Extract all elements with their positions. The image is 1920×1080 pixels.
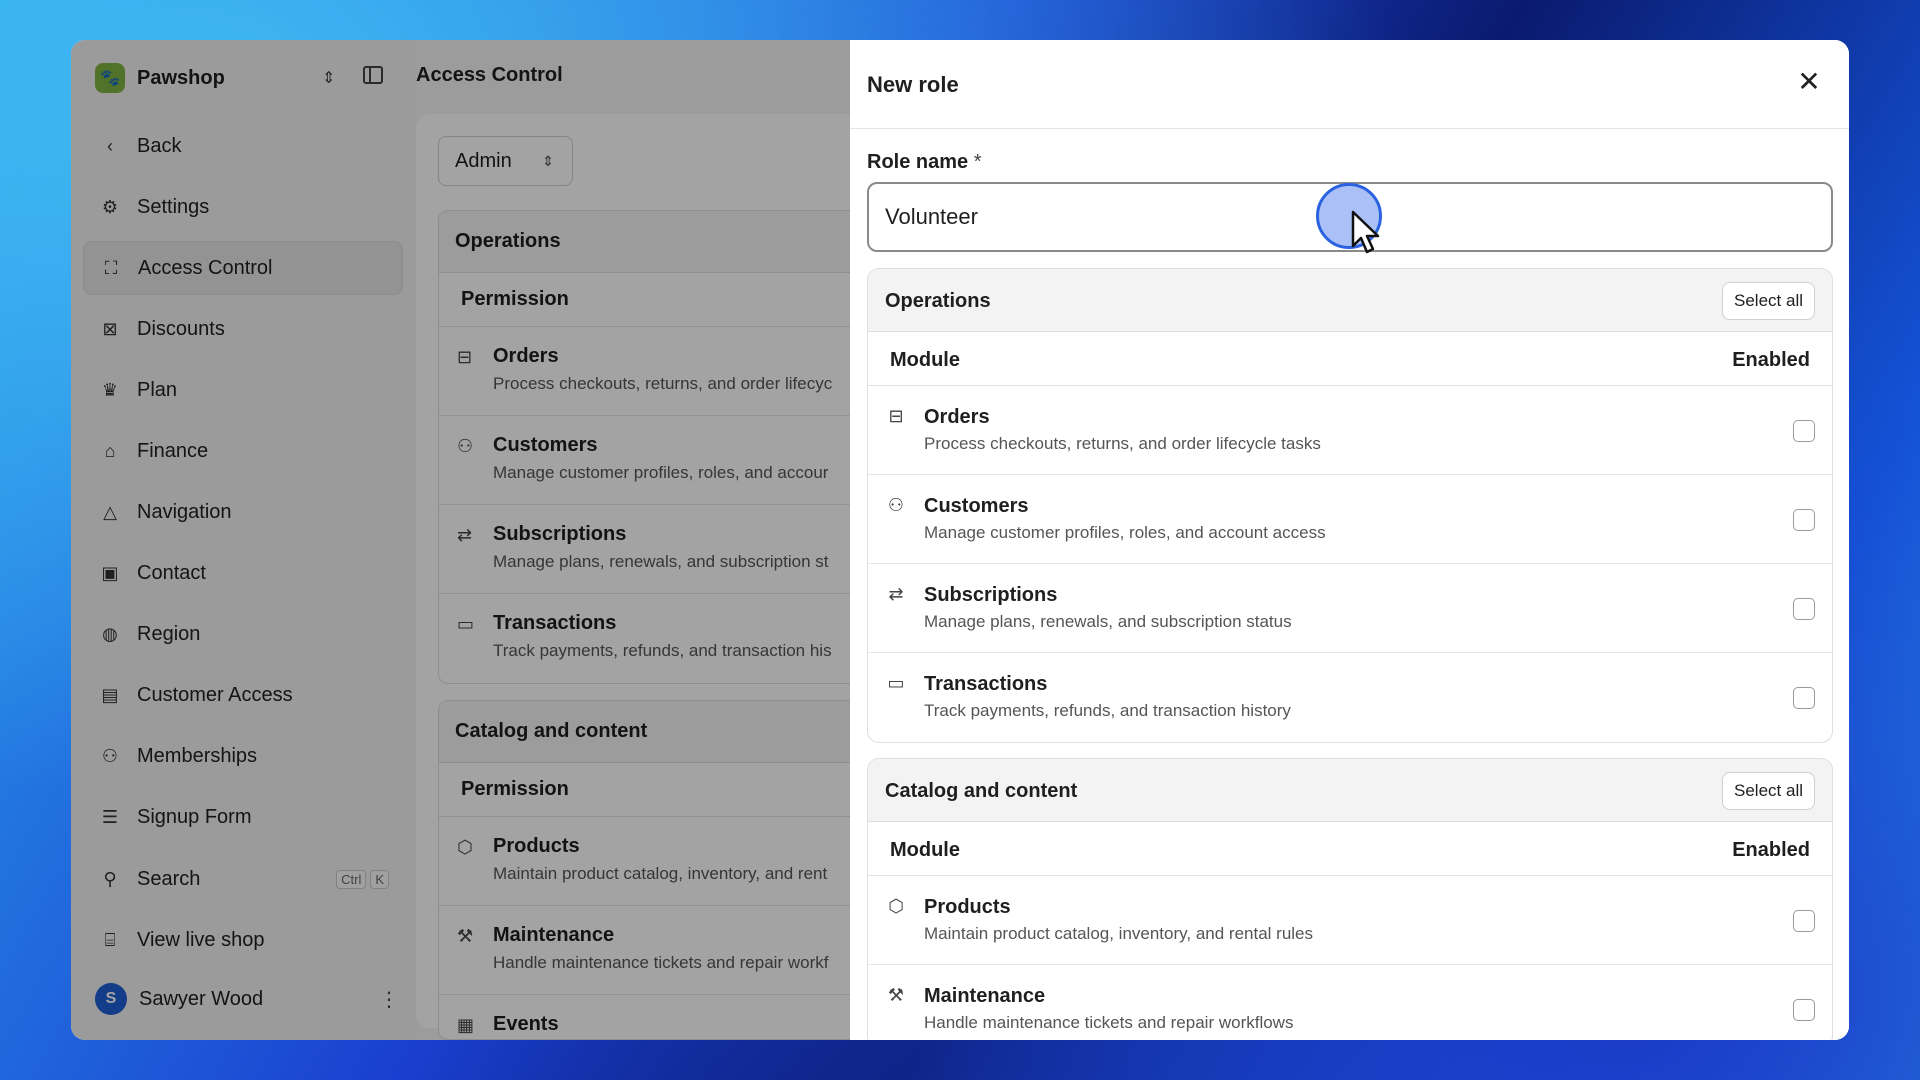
card-header: Catalog and content Select all bbox=[868, 759, 1832, 822]
row-title: Subscriptions bbox=[924, 584, 1058, 606]
enabled-checkbox[interactable] bbox=[1793, 687, 1815, 709]
permission-row-customers: ⚇ Customers Manage customer profiles, ro… bbox=[868, 475, 1832, 564]
users-icon: ⚇ bbox=[887, 495, 905, 515]
repeat-icon: ⇄ bbox=[888, 584, 904, 604]
drawer-header: New role ✕ bbox=[850, 40, 1849, 129]
wrench-icon: ⚒ bbox=[887, 985, 905, 1005]
card-title: Operations bbox=[885, 290, 991, 312]
operations-card: Operations Select all Module Enabled ⊟ O… bbox=[867, 268, 1833, 743]
permission-row-products: ⬡ Products Maintain product catalog, inv… bbox=[868, 876, 1832, 965]
row-description: Process checkouts, returns, and order li… bbox=[924, 434, 1321, 453]
select-all-button[interactable]: Select all bbox=[1722, 772, 1815, 810]
enabled-header: Enabled bbox=[1732, 839, 1810, 861]
row-description: Manage plans, renewals, and subscription… bbox=[924, 612, 1292, 631]
select-all-button[interactable]: Select all bbox=[1722, 282, 1815, 320]
app-window: 🐾 Pawshop ⇕ ‹ Back ⚙ Settings ⛶ Access Cont… bbox=[71, 40, 1849, 1040]
module-header: Module bbox=[890, 839, 960, 861]
modal-overlay[interactable] bbox=[71, 40, 850, 1040]
row-title: Products bbox=[924, 896, 1011, 918]
inbox-icon: ⊟ bbox=[888, 406, 904, 426]
row-title: Orders bbox=[924, 406, 990, 428]
module-header: Module bbox=[890, 349, 960, 371]
enabled-checkbox[interactable] bbox=[1793, 999, 1815, 1021]
column-header: Module Enabled bbox=[868, 332, 1832, 386]
enabled-checkbox[interactable] bbox=[1793, 910, 1815, 932]
row-title: Customers bbox=[924, 495, 1029, 517]
row-title: Transactions bbox=[924, 673, 1048, 695]
required-mark: * bbox=[973, 151, 982, 173]
enabled-checkbox[interactable] bbox=[1793, 509, 1815, 531]
column-header: Module Enabled bbox=[868, 822, 1832, 876]
role-name-label: Role name * bbox=[867, 151, 982, 174]
card-title: Catalog and content bbox=[885, 780, 1078, 802]
enabled-checkbox[interactable] bbox=[1793, 598, 1815, 620]
credit-card-icon: ▭ bbox=[887, 673, 905, 693]
box-icon: ⬡ bbox=[888, 896, 904, 916]
permission-row-orders: ⊟ Orders Process checkouts, returns, and… bbox=[868, 386, 1832, 475]
card-header: Operations Select all bbox=[868, 269, 1832, 332]
row-description: Handle maintenance tickets and repair wo… bbox=[924, 1013, 1294, 1032]
permission-row-transactions: ▭ Transactions Track payments, refunds, … bbox=[868, 653, 1832, 742]
enabled-checkbox[interactable] bbox=[1793, 420, 1815, 442]
row-description: Manage customer profiles, roles, and acc… bbox=[924, 523, 1326, 542]
close-icon[interactable]: ✕ bbox=[1794, 68, 1824, 98]
label-text: Role name bbox=[867, 151, 969, 173]
row-description: Maintain product catalog, inventory, and… bbox=[924, 924, 1314, 943]
drawer-title: New role bbox=[867, 72, 959, 97]
enabled-header: Enabled bbox=[1732, 349, 1810, 371]
catalog-card: Catalog and content Select all Module En… bbox=[867, 758, 1833, 1040]
permission-row-subscriptions: ⇄ Subscriptions Manage plans, renewals, … bbox=[868, 564, 1832, 653]
row-title: Maintenance bbox=[924, 985, 1046, 1007]
row-description: Track payments, refunds, and transaction… bbox=[924, 701, 1291, 720]
mouse-cursor-icon bbox=[1351, 210, 1380, 254]
permission-row-maintenance: ⚒ Maintenance Handle maintenance tickets… bbox=[868, 965, 1832, 1040]
